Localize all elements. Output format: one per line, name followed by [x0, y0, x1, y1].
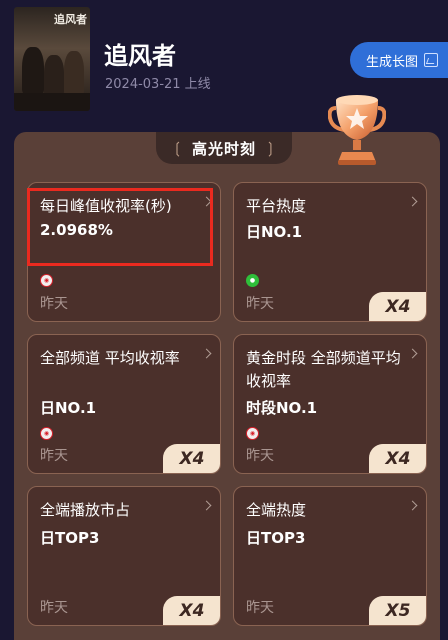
generate-long-image-button[interactable]: 生成长图 — [350, 42, 448, 78]
show-title: 追风者 — [104, 42, 176, 70]
card-date: 昨天 — [246, 600, 274, 616]
highlight-card-all-platform-share[interactable]: 全端播放市占 日TOP3 昨天 X4 — [27, 486, 221, 626]
trophy-icon — [328, 95, 386, 165]
chevron-right-icon — [201, 348, 212, 359]
show-poster[interactable]: 追风者 — [14, 7, 90, 111]
card-date: 昨天 — [40, 296, 68, 312]
card-value: 日NO.1 — [40, 399, 97, 417]
card-date: 昨天 — [246, 448, 274, 464]
image-icon — [424, 53, 439, 67]
multiplier-badge: X4 — [369, 292, 426, 321]
release-date: 2024-03-21 上线 — [105, 77, 211, 92]
source-logo-icon: ● — [246, 274, 259, 287]
card-value: 时段NO.1 — [246, 399, 318, 417]
highlight-card-all-platform-heat[interactable]: 全端热度 日TOP3 昨天 X5 — [233, 486, 427, 626]
card-title: 全端热度 — [246, 501, 307, 519]
selection-highlight-box — [27, 188, 213, 266]
chevron-right-icon — [407, 500, 418, 511]
source-logo-icon: ◉ — [246, 427, 259, 440]
poster-figure-right — [64, 51, 84, 99]
highlights-banner: ❲ 高光时刻 ❳ — [156, 132, 292, 164]
card-value: 日TOP3 — [40, 529, 100, 547]
banner-left-ornament-icon: ❲ — [171, 139, 184, 157]
highlight-card-platform-heat[interactable]: 平台热度 日NO.1 ● 昨天 X4 — [233, 182, 427, 322]
multiplier-badge: X4 — [369, 444, 426, 473]
generate-long-image-label: 生成长图 — [366, 54, 419, 70]
highlight-card-prime-time-avg-rating[interactable]: 黄金时段 全部频道平均收视率 时段NO.1 ◉ 昨天 X4 — [233, 334, 427, 474]
card-date: 昨天 — [40, 600, 68, 616]
chevron-right-icon — [407, 196, 418, 207]
card-date: 昨天 — [40, 448, 68, 464]
poster-title: 追风者 — [54, 13, 87, 26]
highlights-title: 高光时刻 — [191, 139, 256, 158]
multiplier-badge: X4 — [163, 444, 220, 473]
card-value: 日TOP3 — [246, 529, 306, 547]
card-title: 全部频道 平均收视率 — [40, 349, 180, 367]
highlight-card-all-channel-avg-rating[interactable]: 全部频道 平均收视率 日NO.1 ◉ 昨天 X4 — [27, 334, 221, 474]
card-value: 日NO.1 — [246, 223, 303, 241]
card-title: 全端播放市占 — [40, 501, 131, 519]
card-title: 平台热度 — [246, 197, 307, 215]
chevron-right-icon — [201, 500, 212, 511]
card-date: 昨天 — [246, 296, 274, 312]
chevron-right-icon — [407, 348, 418, 359]
multiplier-badge: X4 — [163, 596, 220, 625]
banner-right-ornament-icon: ❳ — [264, 139, 277, 157]
multiplier-badge: X5 — [369, 596, 426, 625]
poster-figure-left — [22, 47, 44, 97]
card-title: 黄金时段 全部频道平均收视率 — [246, 349, 401, 390]
source-logo-icon: ◉ — [40, 427, 53, 440]
source-logo-icon: ◉ — [40, 274, 53, 287]
poster-ground — [14, 93, 90, 111]
